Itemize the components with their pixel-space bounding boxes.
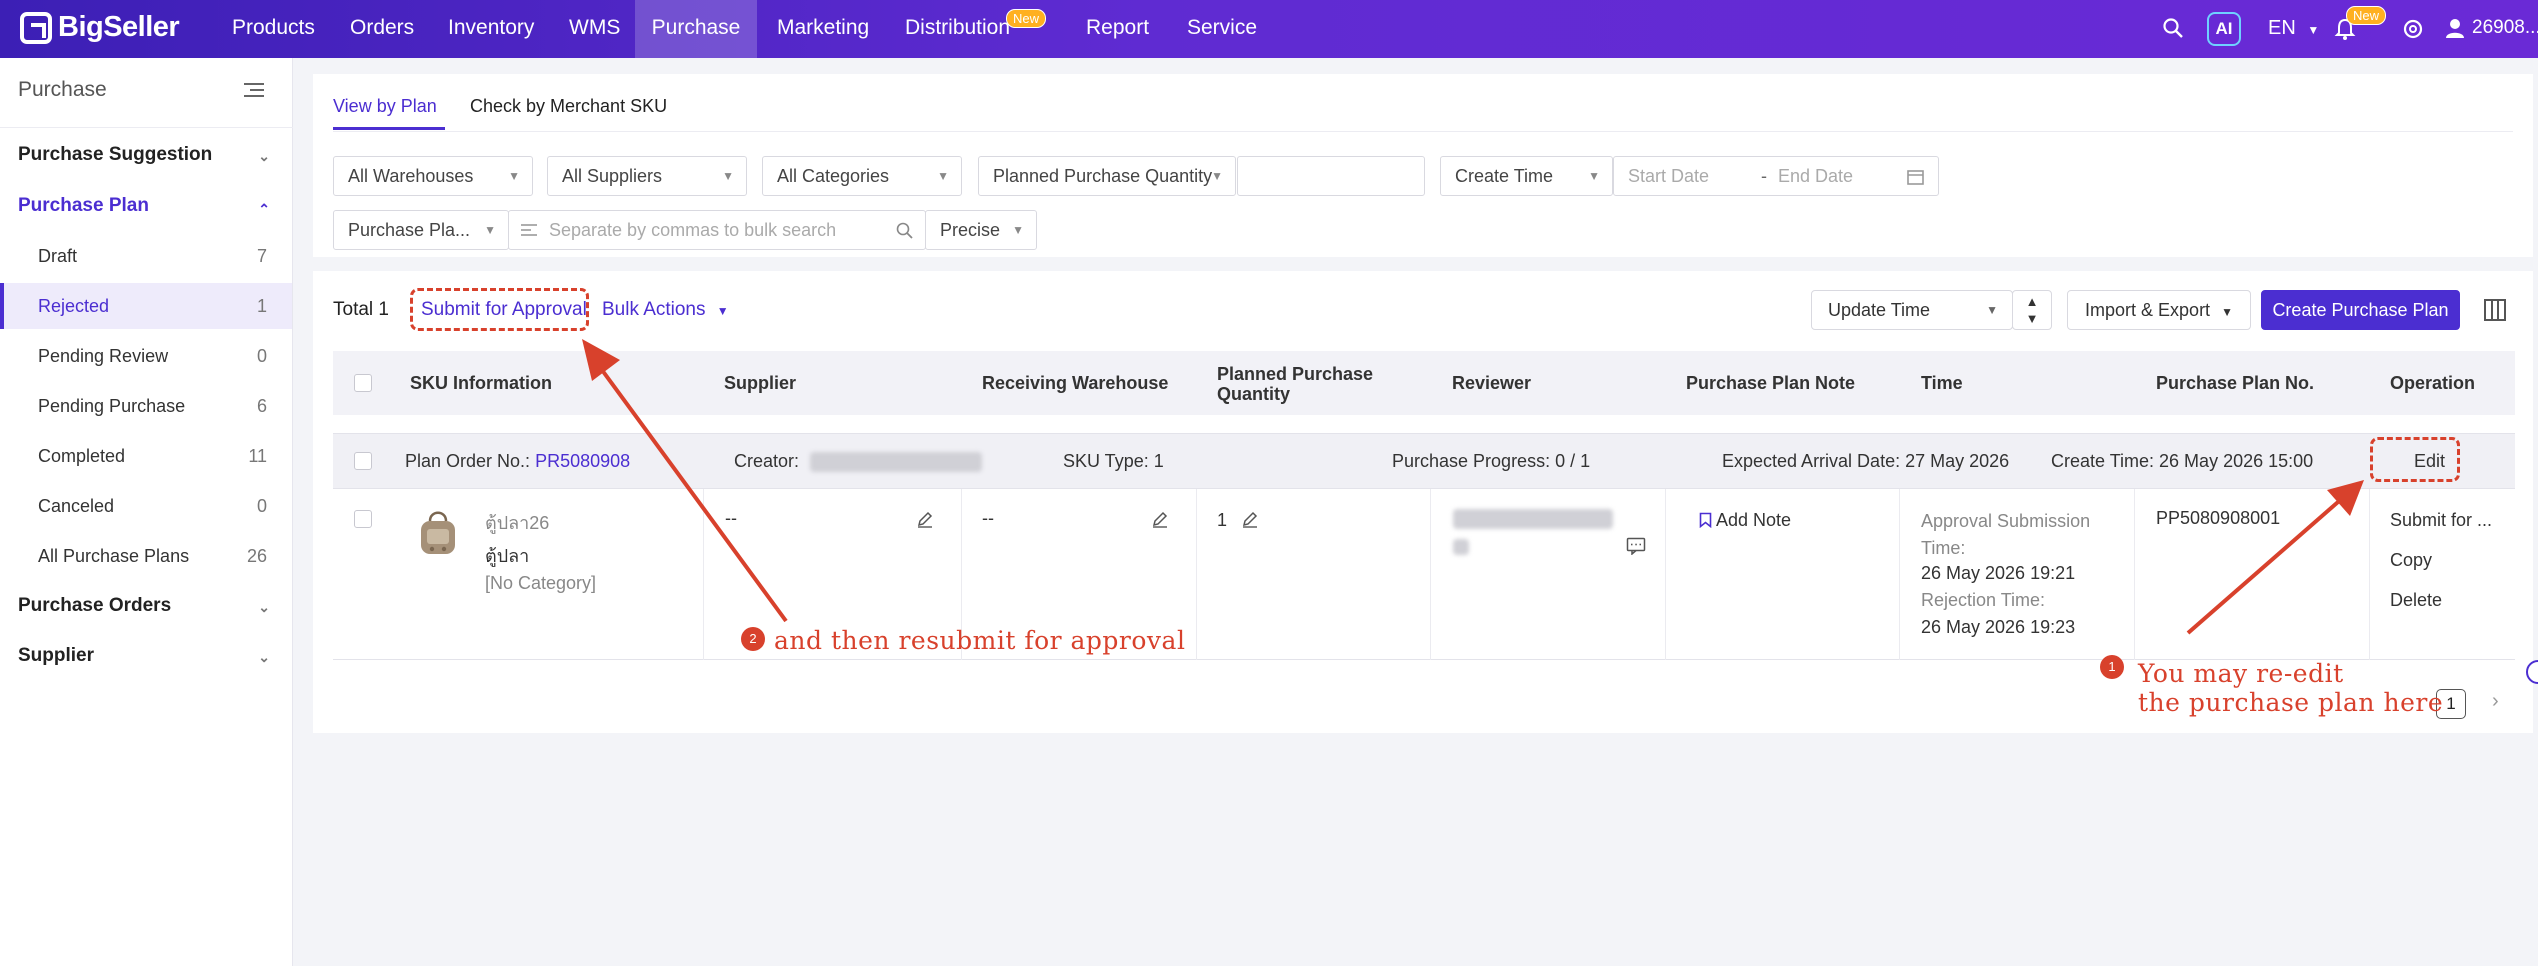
annotation-number-1: 1 — [2100, 655, 2124, 679]
arrow-to-edit — [2186, 480, 2364, 635]
arrow-to-submit — [582, 339, 788, 623]
annotation-number-2: 2 — [741, 627, 765, 651]
annotation-text-1-line2: the purchase plan here — [2138, 688, 2444, 717]
annotation-arrows — [582, 339, 2364, 635]
annotation-text-2: and then resubmit for approval — [774, 626, 1186, 655]
annotation-text-1-line1: You may re-edit — [2138, 659, 2344, 688]
